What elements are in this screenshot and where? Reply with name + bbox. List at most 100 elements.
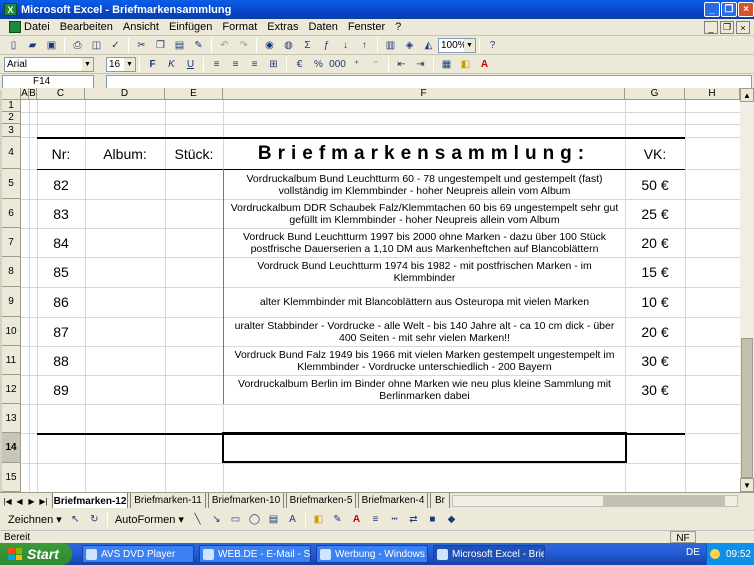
format-painter-icon[interactable]: ✎ [190,38,207,53]
wordart-icon[interactable]: A [284,512,301,527]
line-icon[interactable]: ╲ [189,512,206,527]
arrow-style-icon[interactable]: ⇄ [405,512,422,527]
row-header-7[interactable]: 7 [2,228,21,257]
row-header-13[interactable]: 13 [2,404,21,433]
font-color-icon[interactable]: A [476,57,493,72]
sheet-tab[interactable]: Briefmarken-10 [208,493,284,508]
drawing-icon[interactable]: ◭ [420,38,437,53]
item-description[interactable]: Vordruck Bund Falz 1949 bis 1966 mit vie… [224,346,625,375]
menu-datei[interactable]: Datei [4,21,55,33]
column-header-h[interactable]: H [685,88,740,100]
increase-indent-icon[interactable]: ⇥ [412,57,429,72]
item-nr[interactable]: 85 [37,257,85,287]
prev-sheet-icon[interactable]: ◀ [14,495,25,507]
merge-center-icon[interactable]: ⊞ [265,57,282,72]
bold-icon[interactable]: F [144,57,161,72]
name-box[interactable]: F14 [2,75,94,89]
column-header-f[interactable]: F [223,88,625,100]
sheet-tab[interactable]: Briefmarken-11 [130,493,206,508]
row-header-15[interactable]: 15 [2,463,21,492]
language-indicator[interactable]: DE [686,547,700,558]
item-price[interactable]: 30 € [625,346,685,375]
percent-icon[interactable]: % [310,57,327,72]
menu-fenster[interactable]: Fenster [343,21,390,33]
new-icon[interactable]: ▯ [5,38,22,53]
sort-asc-icon[interactable]: ↓ [337,38,354,53]
save-icon[interactable]: ▣ [43,38,60,53]
item-nr[interactable]: 83 [37,199,85,228]
item-description[interactable]: Vordruck Bund Leuchtturm 1974 bis 1982 -… [224,257,625,287]
item-nr[interactable]: 86 [37,287,85,317]
item-description[interactable]: Vordruckalbum DDR Schaubek Falz/Klemmtac… [224,199,625,228]
dash-style-icon[interactable]: ┅ [386,512,403,527]
font-color-icon[interactable]: A [348,512,365,527]
first-sheet-icon[interactable]: |◀ [2,495,13,507]
align-center-icon[interactable]: ≡ [227,57,244,72]
row-header-1[interactable]: 1 [2,100,21,112]
align-left-icon[interactable]: ≡ [208,57,225,72]
row-header-6[interactable]: 6 [2,199,21,228]
menu-ansicht[interactable]: Ansicht [118,21,164,33]
decrease-decimal-icon[interactable]: ⁻ [367,57,384,72]
next-sheet-icon[interactable]: ▶ [26,495,37,507]
doc-minimize-button[interactable]: _ [704,21,718,34]
row-header-12[interactable]: 12 [2,375,21,404]
italic-icon[interactable]: K [163,57,180,72]
taskbar-item[interactable]: AVS DVD Player [82,545,194,563]
menu-extras[interactable]: Extras [262,21,303,33]
sheet-tab[interactable]: Briefmarken-5 [286,493,356,508]
row-header-3[interactable]: 3 [2,124,21,137]
arrow-icon[interactable]: ↘ [208,512,225,527]
horizontal-scrollbar[interactable] [452,495,738,507]
select-all-corner[interactable] [2,88,21,100]
web-icon[interactable]: ◍ [280,38,297,53]
paste-icon[interactable]: ▤ [171,38,188,53]
function-icon[interactable]: ƒ [318,38,335,53]
oval-icon[interactable]: ◯ [246,512,263,527]
zoom-select[interactable]: 100% ▼ [438,37,476,53]
fill-color-icon[interactable]: ◧ [457,57,474,72]
column-header-e[interactable]: E [165,88,223,100]
minimize-button[interactable]: _ [704,2,720,17]
autosum-icon[interactable]: Σ [299,38,316,53]
underline-icon[interactable]: U [182,57,199,72]
row-header-2[interactable]: 2 [2,112,21,124]
draw-menu-button[interactable]: Zeichnen ▾ [4,513,66,526]
item-price[interactable]: 25 € [625,199,685,228]
item-price[interactable]: 20 € [625,317,685,346]
3d-icon[interactable]: ◆ [443,512,460,527]
line-color-icon[interactable]: ✎ [329,512,346,527]
sort-desc-icon[interactable]: ↑ [356,38,373,53]
item-nr[interactable]: 82 [37,170,85,199]
menu-format[interactable]: Format [217,21,262,33]
hyperlink-icon[interactable]: ◉ [261,38,278,53]
maximize-button[interactable]: ❐ [721,2,737,17]
rectangle-icon[interactable]: ▭ [227,512,244,527]
scroll-thumb[interactable] [741,338,753,478]
taskbar-item[interactable]: WEB.DE - E-Mail - Suc... [199,545,311,563]
menu-help[interactable]: ? [390,21,406,33]
line-style-icon[interactable]: ≡ [367,512,384,527]
close-button[interactable]: × [738,2,754,17]
active-cell[interactable] [222,432,627,463]
autoshapes-button[interactable]: AutoFormen ▾ [111,513,188,526]
scroll-down-icon[interactable]: ▼ [740,478,754,492]
increase-decimal-icon[interactable]: ⁺ [348,57,365,72]
start-button[interactable]: Start [0,543,72,565]
map-icon[interactable]: ◈ [401,38,418,53]
thousands-icon[interactable]: 000 [329,57,346,72]
vertical-scrollbar[interactable]: ▲ ▼ [740,88,754,492]
formula-input[interactable] [106,75,752,89]
row-header-4[interactable]: 4 [2,137,21,169]
spelling-icon[interactable]: ✓ [107,38,124,53]
column-header-a[interactable]: A [21,88,29,100]
scroll-up-icon[interactable]: ▲ [740,88,754,102]
item-nr[interactable]: 88 [37,346,85,375]
doc-close-button[interactable]: × [736,21,750,34]
borders-icon[interactable]: ▦ [438,57,455,72]
font-size-select[interactable]: 16 ▼ [106,56,136,72]
chart-wizard-icon[interactable]: ▥ [382,38,399,53]
last-sheet-icon[interactable]: ▶| [38,495,49,507]
cut-icon[interactable]: ✂ [133,38,150,53]
copy-icon[interactable]: ❐ [152,38,169,53]
